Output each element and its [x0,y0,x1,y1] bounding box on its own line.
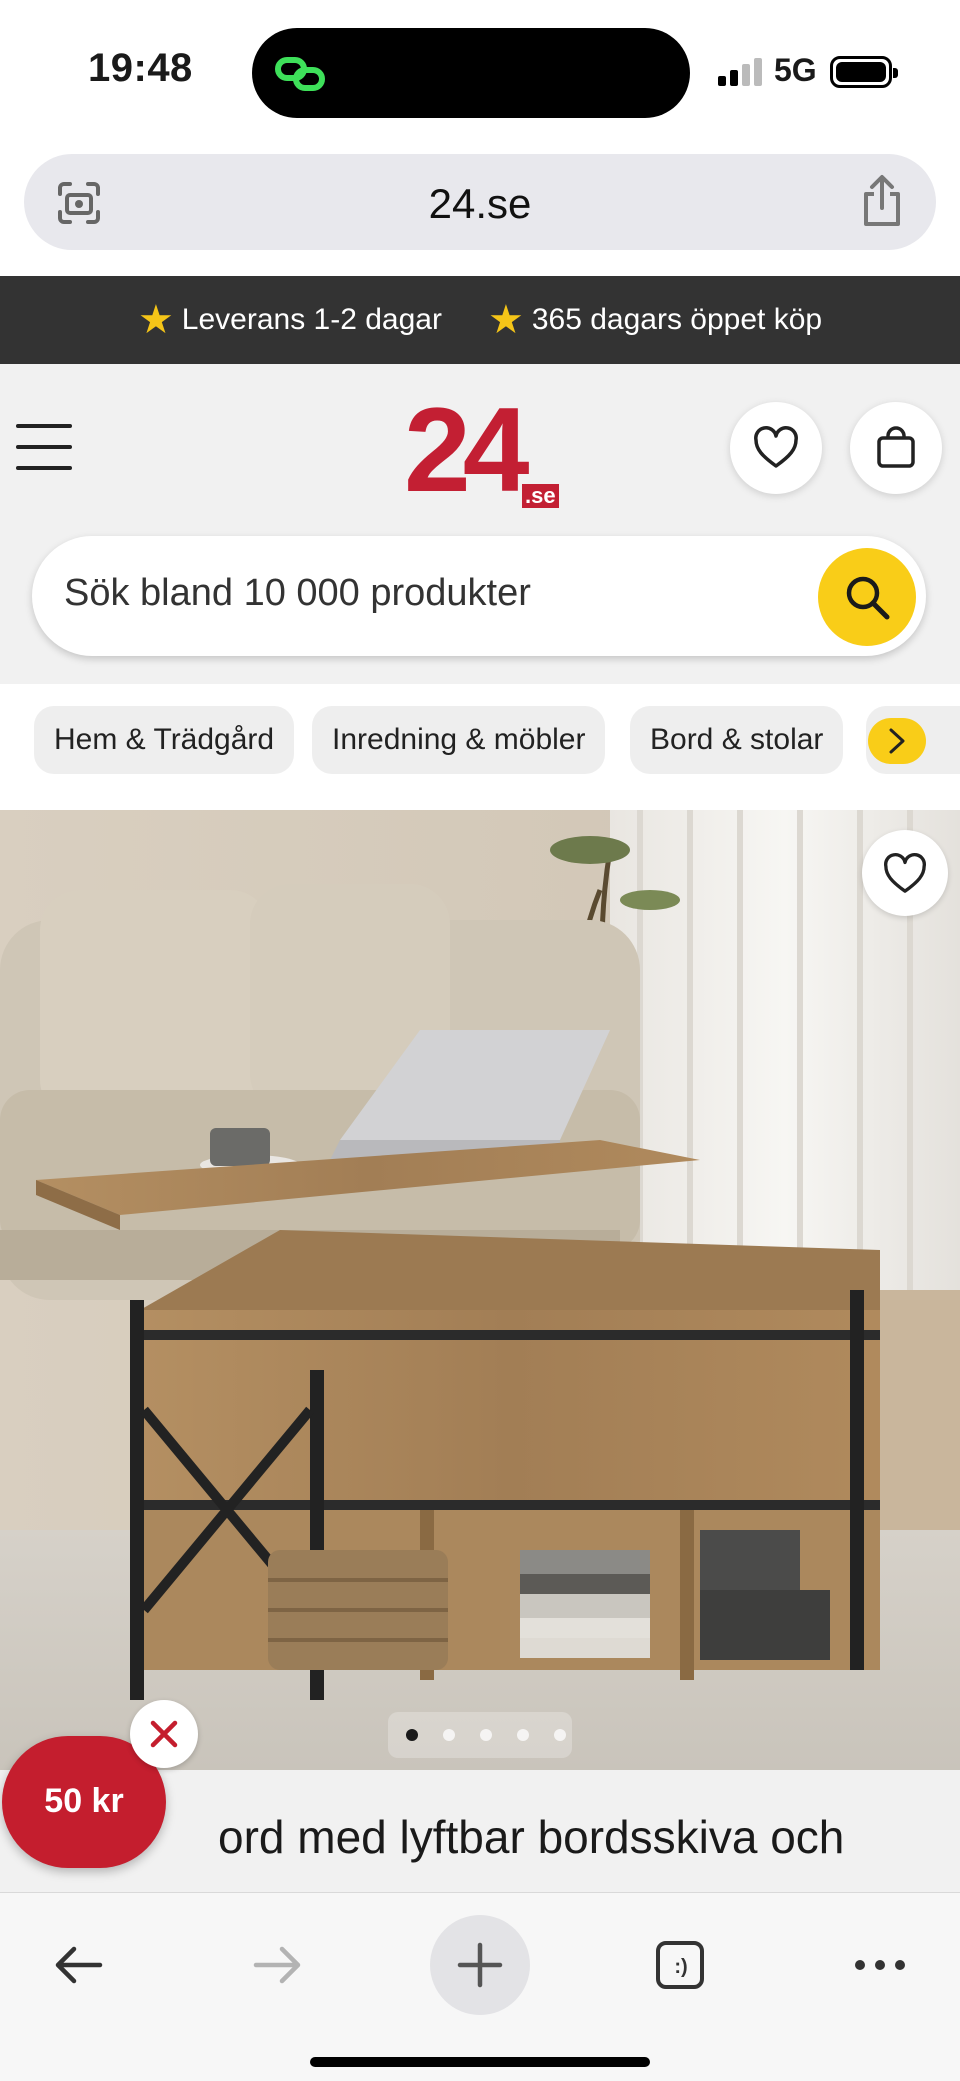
cart-button[interactable] [850,402,942,494]
usp-banner: ★ Leverans 1-2 dagar ★ 365 dagars öppet … [0,276,960,364]
product-photo [0,810,960,1770]
gallery-pagination [388,1712,572,1758]
arrow-right-icon [253,1946,301,1984]
heart-icon [754,426,798,468]
site-logo[interactable]: 24 .se [404,390,564,510]
discount-close-button[interactable] [130,1700,198,1768]
image-favorite-button[interactable] [862,830,948,916]
breadcrumb-hem-tradgard[interactable]: Hem & Trädgård [34,706,295,774]
product-title: ord med lyftbar bordsskiva och [218,1811,845,1863]
search-button[interactable] [818,548,916,646]
new-tab-button[interactable] [430,1915,530,2015]
search-input[interactable] [64,572,764,615]
gallery-dot[interactable] [480,1729,492,1741]
usp-text: 365 dagars öppet köp [531,303,823,336]
shopping-bag-icon [877,426,915,468]
product-image-gallery[interactable] [0,810,960,1770]
arrow-left-icon [55,1946,103,1984]
gallery-dot[interactable] [517,1729,529,1741]
forward-button[interactable] [228,1915,328,2015]
gallery-dot[interactable] [554,1729,566,1741]
back-button[interactable] [28,1915,128,2015]
status-bar: 19:48 5G [0,0,960,140]
breadcrumb-bord-stolar[interactable]: Bord & stolar [630,706,844,774]
star-icon: ★ [487,298,524,342]
usp-item-delivery: ★ Leverans 1-2 dagar [138,300,442,340]
chevron-right-icon [889,728,905,754]
tabs-button[interactable]: :) [630,1915,730,2015]
wishlist-button[interactable] [730,402,822,494]
share-icon[interactable] [858,174,906,228]
dynamic-island [252,28,690,118]
gallery-dot[interactable] [443,1729,455,1741]
breadcrumb: Hem & Trädgård Inredning & möbler Bord &… [0,684,960,810]
hamburger-menu-icon[interactable] [16,424,72,470]
more-button[interactable] [830,1915,930,2015]
heart-icon [884,852,926,893]
search-bar [32,536,926,656]
address-bar[interactable]: 24.se [24,154,936,250]
home-indicator[interactable] [310,2057,650,2067]
gallery-dot[interactable] [406,1729,418,1741]
usp-text: Leverans 1-2 dagar [181,303,442,336]
battery-icon [830,56,898,88]
status-time: 19:48 [88,46,193,90]
signal-strength-icon [718,58,764,86]
url-text[interactable]: 24.se [24,180,936,228]
tabs-icon: :) [656,1941,704,1989]
discount-label: 50 kr [44,1782,124,1820]
close-icon [150,1720,178,1748]
usp-item-open-purchase: ★ 365 dagars öppet köp [488,300,822,340]
svg-text::): :) [674,1956,687,1978]
breadcrumb-inredning-mobler[interactable]: Inredning & möbler [312,706,606,774]
breadcrumb-scroll-button[interactable] [866,706,960,774]
site-header: 24 .se [0,364,960,684]
star-icon: ★ [137,298,174,342]
network-label: 5G [774,52,817,88]
browser-toolbar: :) [0,1892,960,2081]
link-activity-icon [275,57,325,91]
more-dots-icon [855,1960,905,1970]
search-icon [846,576,890,620]
plus-icon [457,1942,503,1988]
